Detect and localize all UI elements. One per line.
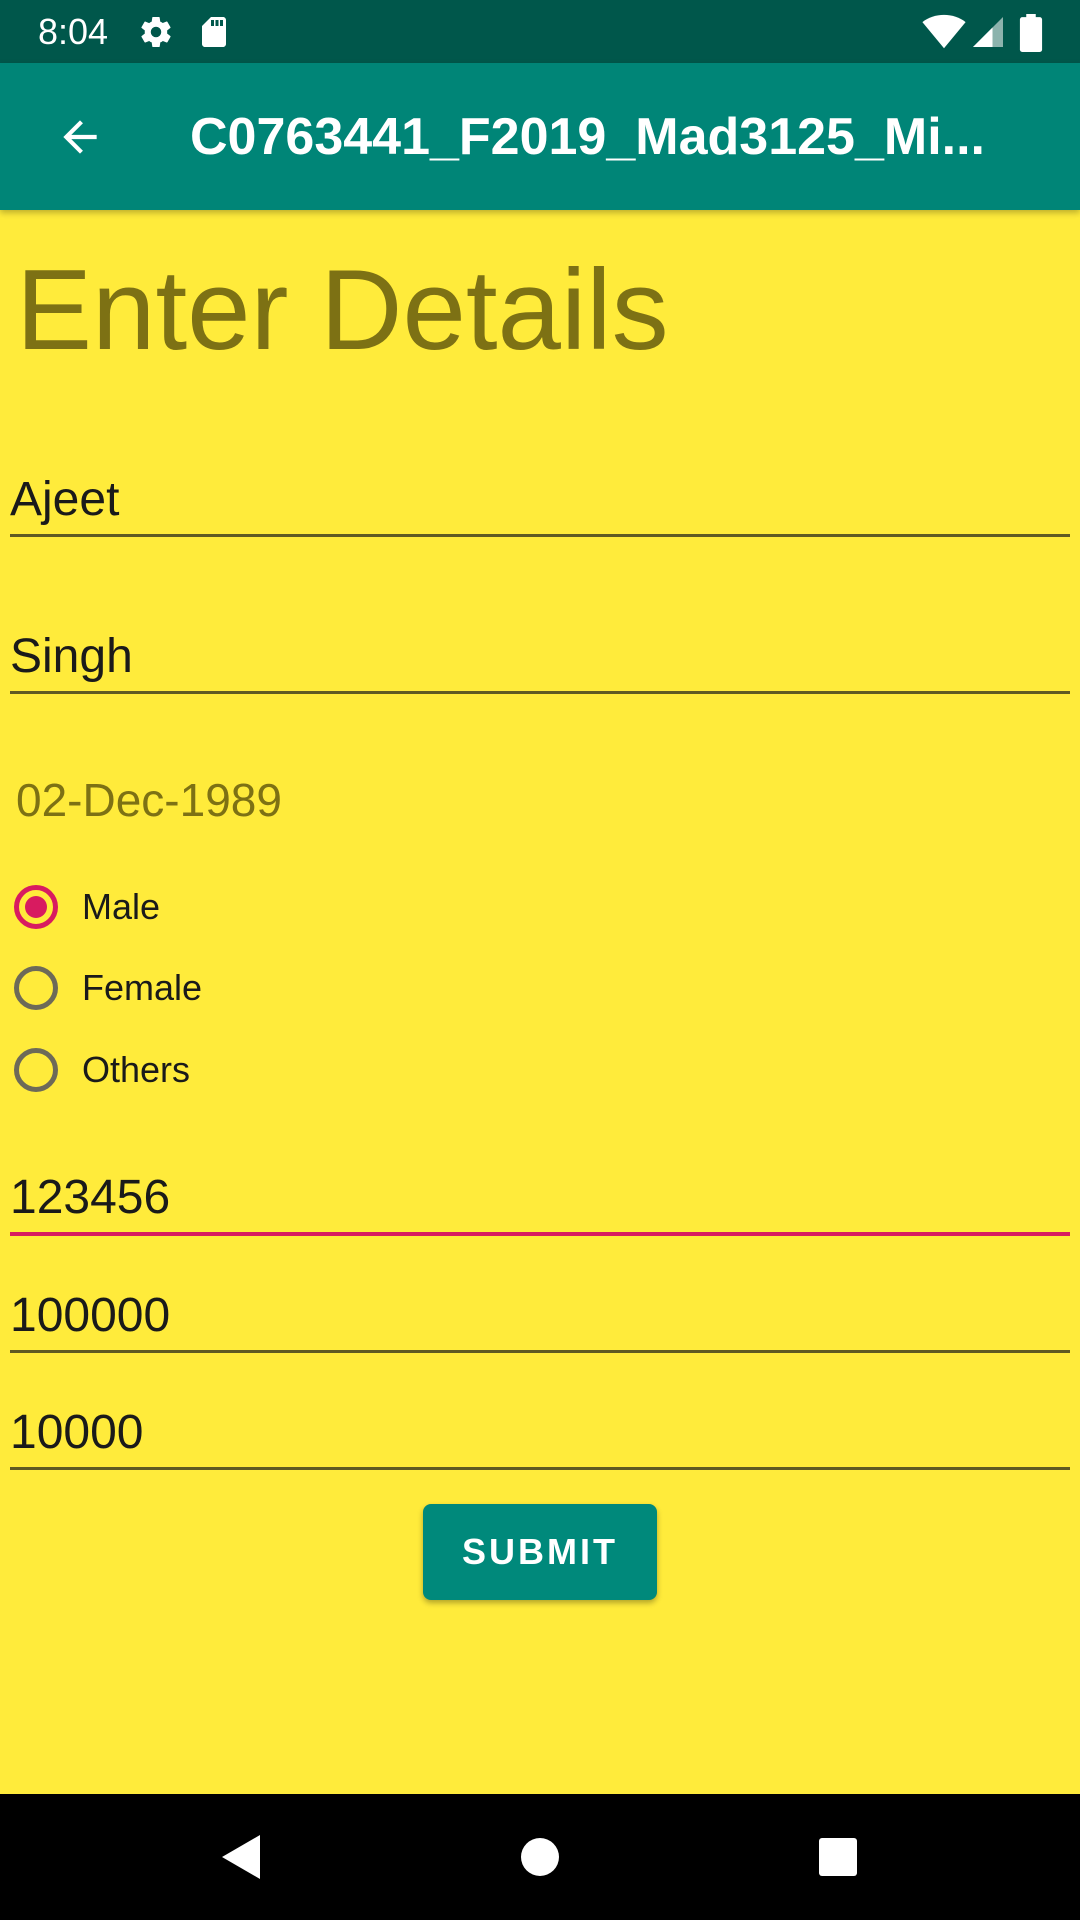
radio-button-checked[interactable] xyxy=(14,885,58,929)
home-circle-icon xyxy=(521,1838,559,1876)
cell-signal-icon xyxy=(970,14,1006,50)
first-name-field[interactable]: Ajeet xyxy=(10,464,1070,537)
app-bar: C0763441_F2019_Mad3125_Mi... xyxy=(0,63,1080,210)
settings-icon xyxy=(138,14,174,50)
nav-back-button[interactable] xyxy=(190,1814,290,1900)
radio-button-unchecked[interactable] xyxy=(14,966,58,1010)
birth-date-picker[interactable]: 02-Dec-1989 xyxy=(16,772,282,828)
number-field-3-value: 10000 xyxy=(10,1406,144,1459)
page-title: Enter Details xyxy=(16,247,669,374)
battery-icon xyxy=(1014,14,1048,53)
number-field-3[interactable]: 10000 xyxy=(10,1397,1070,1470)
nav-home-button[interactable] xyxy=(490,1814,590,1900)
first-name-value: Ajeet xyxy=(10,473,120,526)
radio-dot xyxy=(25,896,47,918)
recents-square-icon xyxy=(819,1838,857,1876)
sd-card-icon xyxy=(196,14,232,50)
radio-female[interactable]: Female xyxy=(14,959,202,1017)
number-field-2-value: 100000 xyxy=(10,1289,171,1342)
arrow-back-icon xyxy=(63,120,97,154)
back-button[interactable] xyxy=(40,97,120,177)
radio-button-unchecked[interactable] xyxy=(14,1048,58,1092)
back-triangle-icon xyxy=(222,1835,260,1879)
number-field-1[interactable]: 123456 xyxy=(10,1162,1070,1236)
screen: 8:04 C0763441_F2019_Mad3125_Mi... Enter … xyxy=(0,0,1080,1920)
app-title: C0763441_F2019_Mad3125_Mi... xyxy=(190,108,985,166)
wifi-icon xyxy=(922,14,966,50)
last-name-field[interactable]: Singh xyxy=(10,621,1070,694)
nav-recents-button[interactable] xyxy=(788,1814,888,1900)
navigation-bar xyxy=(0,1794,1080,1920)
status-time: 8:04 xyxy=(38,11,109,52)
radio-male[interactable]: Male xyxy=(14,878,160,936)
radio-others[interactable]: Others xyxy=(14,1041,190,1099)
radio-label-female: Female xyxy=(82,967,203,1008)
radio-label-male: Male xyxy=(82,886,161,927)
radio-label-others: Others xyxy=(82,1049,191,1090)
status-bar: 8:04 xyxy=(0,0,1080,63)
last-name-value: Singh xyxy=(10,630,133,683)
submit-button[interactable]: SUBMIT xyxy=(423,1504,657,1600)
number-field-1-value: 123456 xyxy=(10,1171,171,1224)
number-field-2[interactable]: 100000 xyxy=(10,1280,1070,1353)
